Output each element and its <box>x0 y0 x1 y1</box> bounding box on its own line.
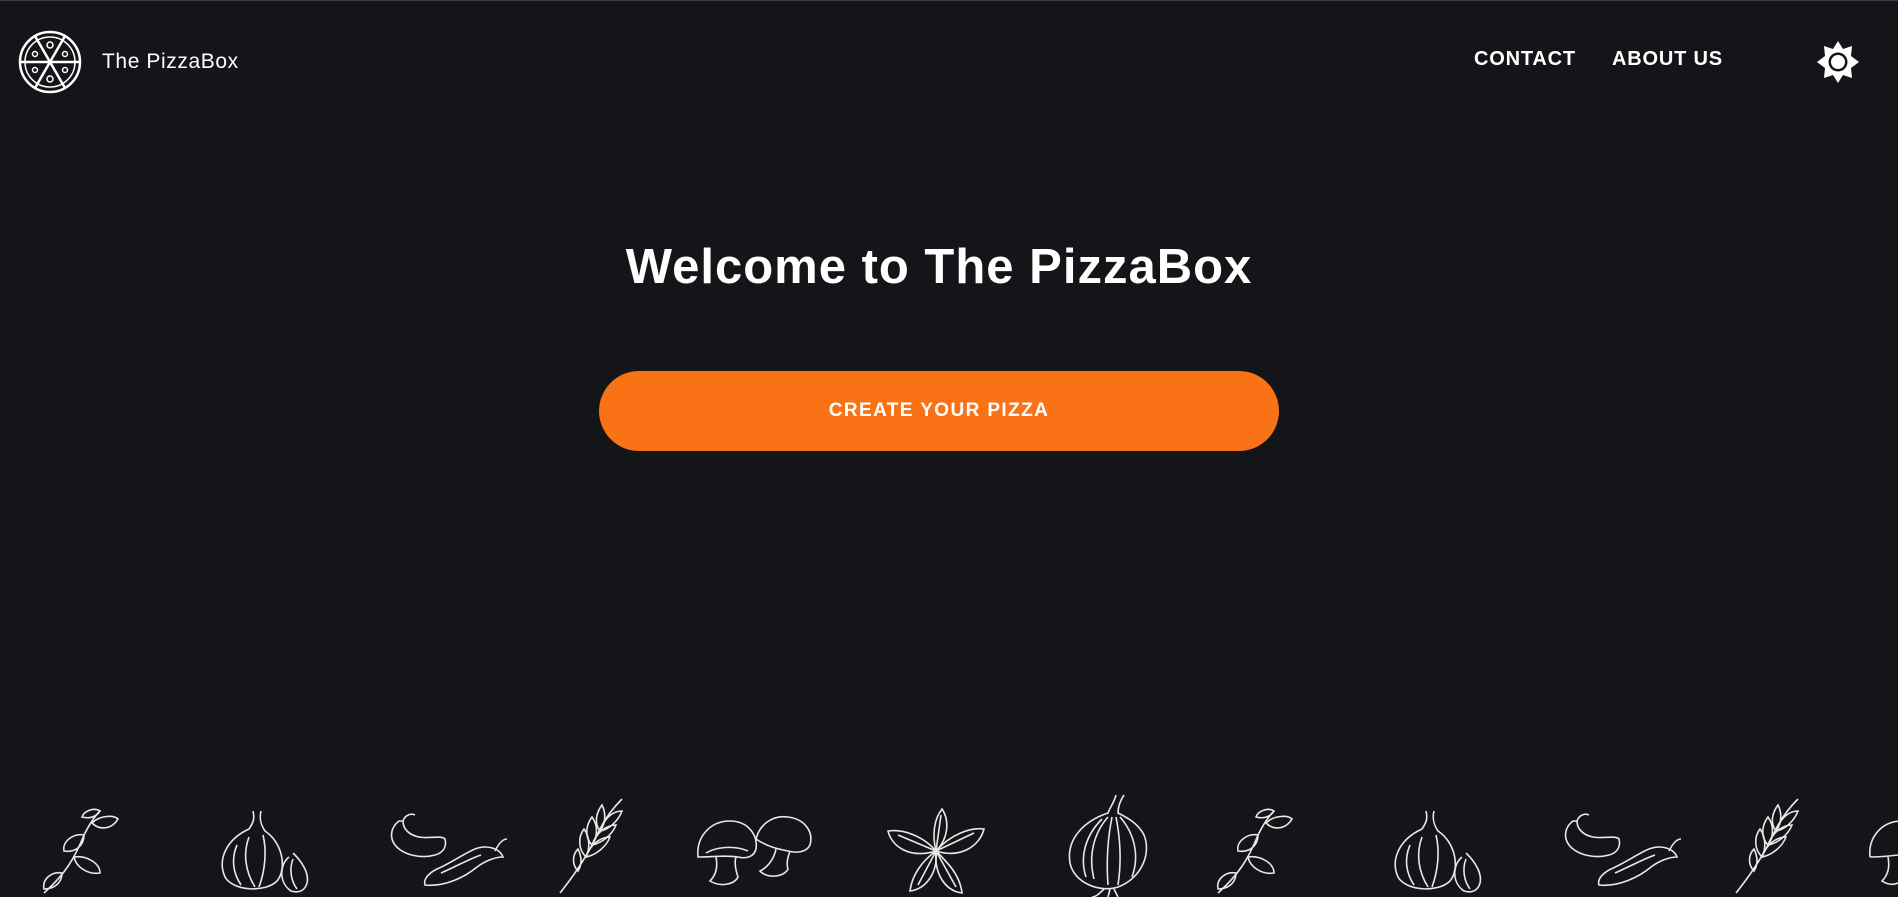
wheat-icon <box>1735 798 1800 894</box>
mushroom-icon <box>697 815 812 886</box>
brand-name: The PizzaBox <box>102 50 239 73</box>
nav-link-contact[interactable]: CONTACT <box>1474 48 1576 71</box>
onion-icon <box>1068 794 1148 897</box>
ingredients-strip <box>0 793 1898 897</box>
mushroom-icon <box>1869 820 1898 886</box>
page: The PizzaBox CONTACT ABOUT US Welcome to… <box>0 0 1898 897</box>
nav-link-about-us[interactable]: ABOUT US <box>1612 48 1723 71</box>
wheat-icon <box>559 798 624 894</box>
sun-icon[interactable] <box>1816 40 1860 84</box>
brand-link[interactable]: The PizzaBox <box>18 30 239 94</box>
pizza-slices-icon <box>18 30 82 94</box>
create-your-pizza-button[interactable]: CREATE YOUR PIZZA <box>599 371 1279 451</box>
basil-leaves-icon <box>887 807 985 894</box>
site-header: The PizzaBox CONTACT ABOUT US <box>0 1 1898 131</box>
chili-pepper-icon <box>390 813 508 887</box>
chili-pepper-icon <box>1564 813 1682 887</box>
hero-title: Welcome to The PizzaBox <box>625 240 1253 294</box>
basil-sprig-icon <box>1216 808 1294 894</box>
basil-sprig-icon <box>42 808 120 894</box>
garlic-icon <box>221 810 309 893</box>
garlic-icon <box>1394 810 1482 893</box>
